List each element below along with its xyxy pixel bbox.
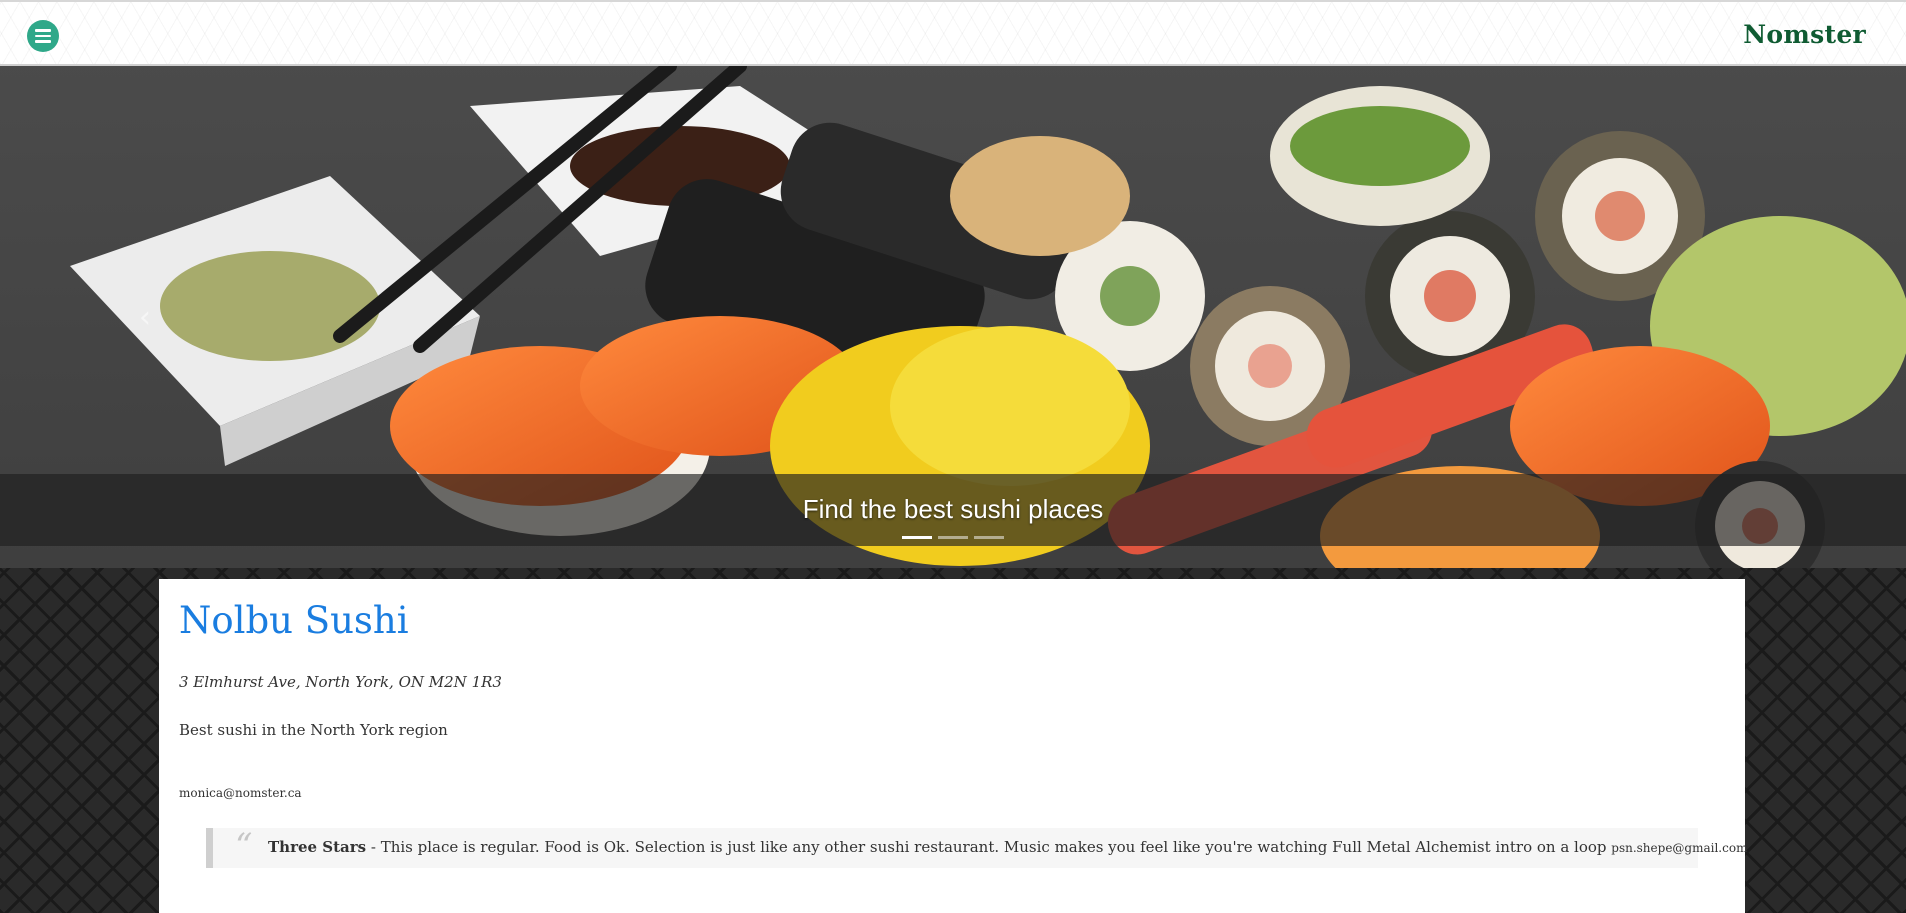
review-quote: “ Three Stars - This place is regular. F… — [206, 826, 1747, 868]
brand-logo[interactable]: Nomster — [1743, 20, 1866, 49]
place-name: Nolbu Sushi — [179, 599, 409, 642]
carousel-indicators — [0, 536, 1906, 539]
place-email: monica@nomster.ca — [179, 786, 302, 800]
carousel-indicator-2[interactable] — [938, 536, 968, 539]
review-text: Three Stars - This place is regular. Foo… — [268, 838, 1747, 856]
place-description: Best sushi in the North York region — [179, 721, 448, 739]
quote-icon: “ — [235, 826, 253, 866]
carousel-caption: Find the best sushi places — [802, 494, 1104, 524]
carousel-indicator-3[interactable] — [974, 536, 1004, 539]
review-separator: - — [366, 838, 381, 856]
menu-button[interactable] — [27, 20, 59, 52]
place-card: Nolbu Sushi 3 Elmhurst Ave, North York, … — [159, 579, 1747, 913]
carousel-prev-button[interactable]: ‹ — [130, 298, 160, 338]
review-author: psn.shepe@gmail.com — [1611, 841, 1748, 855]
place-address: 3 Elmhurst Ave, North York, ON M2N 1R3 — [179, 673, 502, 691]
review-rating: Three Stars — [268, 838, 367, 856]
menu-icon — [35, 29, 51, 43]
hero-carousel: ‹ Find the best sushi places — [0, 66, 1906, 568]
carousel-indicator-1[interactable] — [902, 536, 932, 539]
chevron-left-icon: ‹ — [139, 300, 151, 335]
review-message: This place is regular. Food is Ok. Selec… — [380, 838, 1612, 856]
navbar: Nomster — [0, 0, 1906, 66]
